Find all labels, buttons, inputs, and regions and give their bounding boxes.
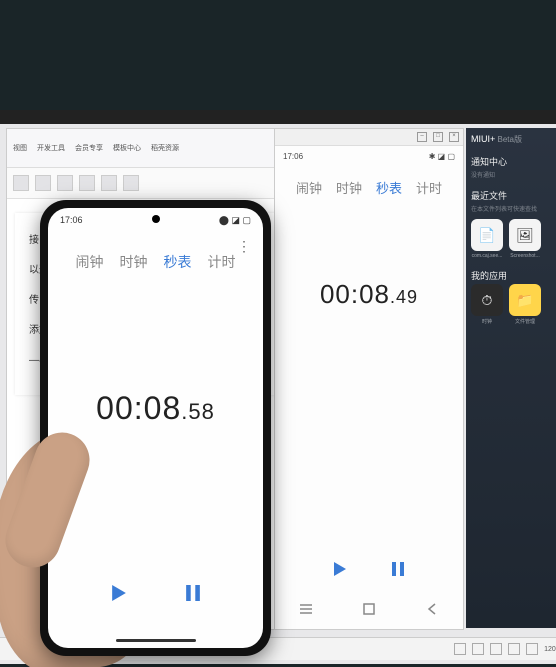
status-time: 17:06 [60, 215, 83, 225]
app-label: 时钟 [471, 318, 503, 325]
miui-brand: MIUI+ Beta版 [471, 134, 551, 145]
notification-center-title: 通知中心 [471, 155, 551, 168]
stopwatch-main: 00:08 [320, 279, 390, 309]
my-apps-title: 我的应用 [471, 269, 551, 282]
taskbar-icon[interactable] [454, 643, 466, 655]
doc-menu-item[interactable]: 模板中心 [113, 143, 141, 153]
status-icons: ✱ ◪ ▢ [429, 152, 455, 161]
recent-file-tile[interactable]: 📄 com.caj.see... [471, 219, 503, 259]
file-icon: 🖼 [509, 219, 541, 251]
doc-menu-item[interactable]: 会员专享 [75, 143, 103, 153]
tab-clock[interactable]: 时钟 [120, 252, 148, 272]
tab-timer[interactable]: 计时 [208, 252, 236, 272]
stopwatch-ms: .49 [390, 287, 418, 307]
recent-files-hint: 在本文件列表可快速查找 [471, 204, 551, 213]
miui-plus-panel: MIUI+ Beta版 通知中心 没有通知 最近文件 在本文件列表可快速查找 📄… [466, 128, 556, 628]
taskbar-icon[interactable] [508, 643, 520, 655]
mirror-statusbar: 17:06 ✱ ◪ ▢ [275, 146, 463, 166]
taskbar-icon[interactable] [526, 643, 538, 655]
stopwatch-display: 00:08.58 [48, 390, 263, 427]
stopwatch-display: 00:08.49 [275, 279, 463, 310]
file-label: com.caj.see... [471, 253, 503, 259]
clock-app-icon: ⏱ [471, 284, 503, 316]
tab-alarm[interactable]: 闹钟 [296, 178, 322, 197]
tab-stopwatch[interactable]: 秒表 [164, 252, 192, 272]
doc-toolbar[interactable] [7, 168, 287, 199]
nav-menu-icon[interactable] [299, 602, 313, 616]
nav-back-icon[interactable] [425, 602, 439, 616]
punch-hole-camera [152, 215, 160, 223]
toolbar-icon[interactable] [79, 175, 95, 191]
clock-tabs[interactable]: 闹钟 时钟 秒表 计时 [48, 232, 263, 280]
pause-lap-button[interactable] [176, 576, 210, 610]
status-time: 17:06 [283, 152, 303, 161]
android-navbar[interactable] [275, 595, 463, 623]
phone-mirror-window: – □ × 17:06 ✱ ◪ ▢ 闹钟 时钟 秒表 计时 00:08.49 [274, 128, 464, 630]
tab-clock[interactable]: 时钟 [336, 178, 362, 197]
taskbar-icon[interactable] [472, 643, 484, 655]
maximize-icon[interactable]: □ [433, 132, 443, 142]
stopwatch-ms: .58 [181, 399, 215, 424]
zoom-level[interactable]: 120% [544, 646, 556, 653]
phone-screen[interactable]: 17:06 ⬤ ◪ ▢ ⋮ 闹钟 时钟 秒表 计时 00:08.58 [48, 208, 263, 648]
play-icon [334, 562, 346, 576]
tab-stopwatch[interactable]: 秒表 [376, 178, 402, 197]
pause-icon [185, 585, 201, 601]
doc-menu-item[interactable]: 稻壳资源 [151, 143, 179, 153]
files-app-icon: 📁 [509, 284, 541, 316]
status-icons: ⬤ ◪ ▢ [219, 215, 251, 226]
app-label: 文件管理 [509, 318, 541, 325]
file-label: Screenshot... [509, 253, 541, 259]
tab-alarm[interactable]: 闹钟 [76, 252, 104, 272]
taskbar-icon[interactable] [490, 643, 502, 655]
toolbar-icon[interactable] [101, 175, 117, 191]
close-icon[interactable]: × [449, 132, 459, 142]
physical-phone: 17:06 ⬤ ◪ ▢ ⋮ 闹钟 时钟 秒表 计时 00:08.58 [40, 200, 271, 656]
nav-home-icon[interactable] [362, 602, 376, 616]
toolbar-icon[interactable] [13, 175, 29, 191]
clock-tabs[interactable]: 闹钟 时钟 秒表 计时 [275, 166, 463, 209]
play-button[interactable] [326, 555, 354, 583]
pause-icon [391, 562, 405, 576]
file-icon: 📄 [471, 219, 503, 251]
play-icon [112, 585, 126, 601]
doc-menu-bar[interactable]: 视图 开发工具 会员专享 模板中心 稻壳资源 [7, 129, 287, 168]
pause-lap-button[interactable] [384, 555, 412, 583]
recent-files-title: 最近文件 [471, 189, 551, 202]
gesture-bar[interactable] [116, 639, 196, 642]
window-titlebar[interactable]: – □ × [275, 129, 463, 146]
minimize-icon[interactable]: – [417, 132, 427, 142]
toolbar-icon[interactable] [57, 175, 73, 191]
recent-file-tile[interactable]: 🖼 Screenshot... [509, 219, 541, 259]
doc-menu-item[interactable]: 视图 [13, 143, 27, 153]
toolbar-icon[interactable] [35, 175, 51, 191]
stopwatch-main: 00:08 [96, 390, 181, 426]
toolbar-icon[interactable] [123, 175, 139, 191]
app-tile[interactable]: 📁 文件管理 [509, 284, 541, 325]
app-tile[interactable]: ⏱ 时钟 [471, 284, 503, 325]
tab-timer[interactable]: 计时 [416, 178, 442, 197]
more-menu-icon[interactable]: ⋮ [237, 238, 251, 255]
notification-empty-hint: 没有通知 [471, 170, 551, 179]
doc-menu-item[interactable]: 开发工具 [37, 143, 65, 153]
play-button[interactable] [102, 576, 136, 610]
